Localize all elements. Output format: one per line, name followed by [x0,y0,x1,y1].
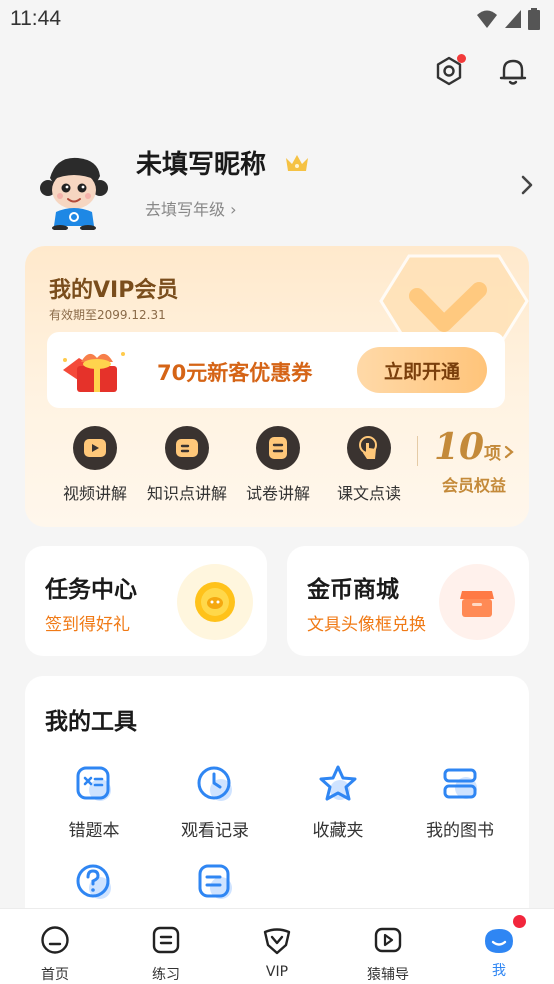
vip-badge-decoration [379,254,529,346]
new-user-coupon[interactable]: 70元新客优惠券 立即开通 [47,332,505,408]
vip-card: 我的VIP会员 有效期至2099.12.31 70元新客优惠券 立即开通 视频讲… [25,246,529,527]
star-icon [319,765,357,801]
open-vip-button[interactable]: 立即开通 [357,347,487,393]
tool-label: 收藏夹 [312,821,364,841]
tool-my-books[interactable]: 我的图书 [405,764,515,841]
task-center-subtitle: 签到得好礼 [45,615,130,635]
coin-mall-card[interactable]: 金币商城 文具头像框兑换 [287,546,529,656]
coin-icon [177,564,253,640]
nav-vip[interactable]: VIP [237,925,317,980]
tap-finger-icon [347,426,391,470]
notifications-button[interactable] [494,52,532,90]
vip-title: 我的VIP会员 [49,278,179,303]
gift-box-icon [63,352,125,392]
nav-label: VIP [265,964,289,980]
task-center-title: 任务中心 [45,577,137,603]
chevron-right-icon [504,445,514,459]
notes-icon [198,864,232,899]
nav-yuanfudao[interactable]: 猿辅导 [348,925,428,984]
status-bar: 11:44 [0,0,554,40]
nav-practice[interactable]: 练习 [126,925,206,984]
tool-notes[interactable] [160,862,270,906]
nav-label: 猿辅导 [367,967,409,983]
nav-me[interactable]: 我 [459,915,539,980]
fill-grade-link[interactable]: 去填写年级 › [145,196,237,220]
benefit-count: 10 [433,426,485,468]
question-icon [76,864,111,899]
paper-icon [256,426,300,470]
tool-favorites[interactable]: 收藏夹 [283,764,393,841]
battery-icon [528,8,540,30]
clock-icon [197,766,232,801]
perk-divider [417,436,418,466]
wifi-icon [477,10,497,28]
play-icon [73,426,117,470]
me-notification-dot [513,915,526,928]
settings-button[interactable] [430,52,468,90]
nickname: 未填写昵称 [136,150,267,180]
vip-perks: 视频讲解 知识点讲解 试卷讲解 课文点读 10项 会员权益 [25,422,529,512]
tool-label: 错题本 [68,821,120,841]
perk-label: 知识点讲解 [146,484,227,503]
vip-benefits-link[interactable]: 10项 会员权益 [429,426,519,496]
tool-label: 观看记录 [181,821,249,841]
chevron-right-icon[interactable] [520,174,534,196]
home-icon [41,926,69,954]
card-icon [165,426,209,470]
coin-mall-title: 金币商城 [307,577,399,603]
crown-icon [286,155,308,171]
status-time: 11:44 [10,7,61,30]
status-icons [476,8,540,30]
play-icon [374,927,402,953]
bottom-nav: 首页 练习 VIP 猿辅导 我 [0,908,554,984]
tool-watch-history[interactable]: 观看记录 [160,764,270,841]
books-icon [443,768,477,799]
benefit-count-unit: 项 [484,444,502,464]
nav-label: 我 [492,963,506,979]
perk-label: 课文点读 [336,484,401,503]
tools-title: 我的工具 [45,709,137,735]
nav-home[interactable]: 首页 [15,925,95,984]
perk-video-explanation[interactable]: 视频讲解 [49,426,141,504]
calculator-icon [76,766,111,801]
coin-mall-subtitle: 文具头像框兑换 [307,615,426,635]
task-center-card[interactable]: 任务中心 签到得好礼 [25,546,267,656]
top-actions [430,52,532,90]
me-icon [484,915,526,955]
monkey-avatar [40,157,108,230]
perk-label: 视频讲解 [62,484,127,503]
perk-text-reading[interactable]: 课文点读 [323,426,415,504]
perk-exam-explanation[interactable]: 试卷讲解 [232,426,324,504]
perk-knowledge-explanation[interactable]: 知识点讲解 [141,426,233,504]
coupon-text: 70元新客优惠券 [157,361,313,385]
shop-icon [439,564,515,640]
profile-section[interactable]: 未填写昵称 去填写年级 › [0,140,554,230]
nav-label: 首页 [41,967,69,983]
vip-validity: 有效期至2099.12.31 [49,308,166,322]
perk-label: 试卷讲解 [245,484,310,503]
nav-label: 练习 [152,967,180,983]
practice-icon [152,926,180,954]
tool-label: 我的图书 [426,821,494,841]
vip-diamond-icon [263,928,291,955]
benefit-label: 会员权益 [441,476,506,495]
bell-icon [499,59,527,85]
settings-notification-dot [457,54,466,63]
tool-wrong-questions[interactable]: 错题本 [39,764,149,841]
signal-icon [505,10,521,28]
tool-help[interactable] [39,862,149,906]
